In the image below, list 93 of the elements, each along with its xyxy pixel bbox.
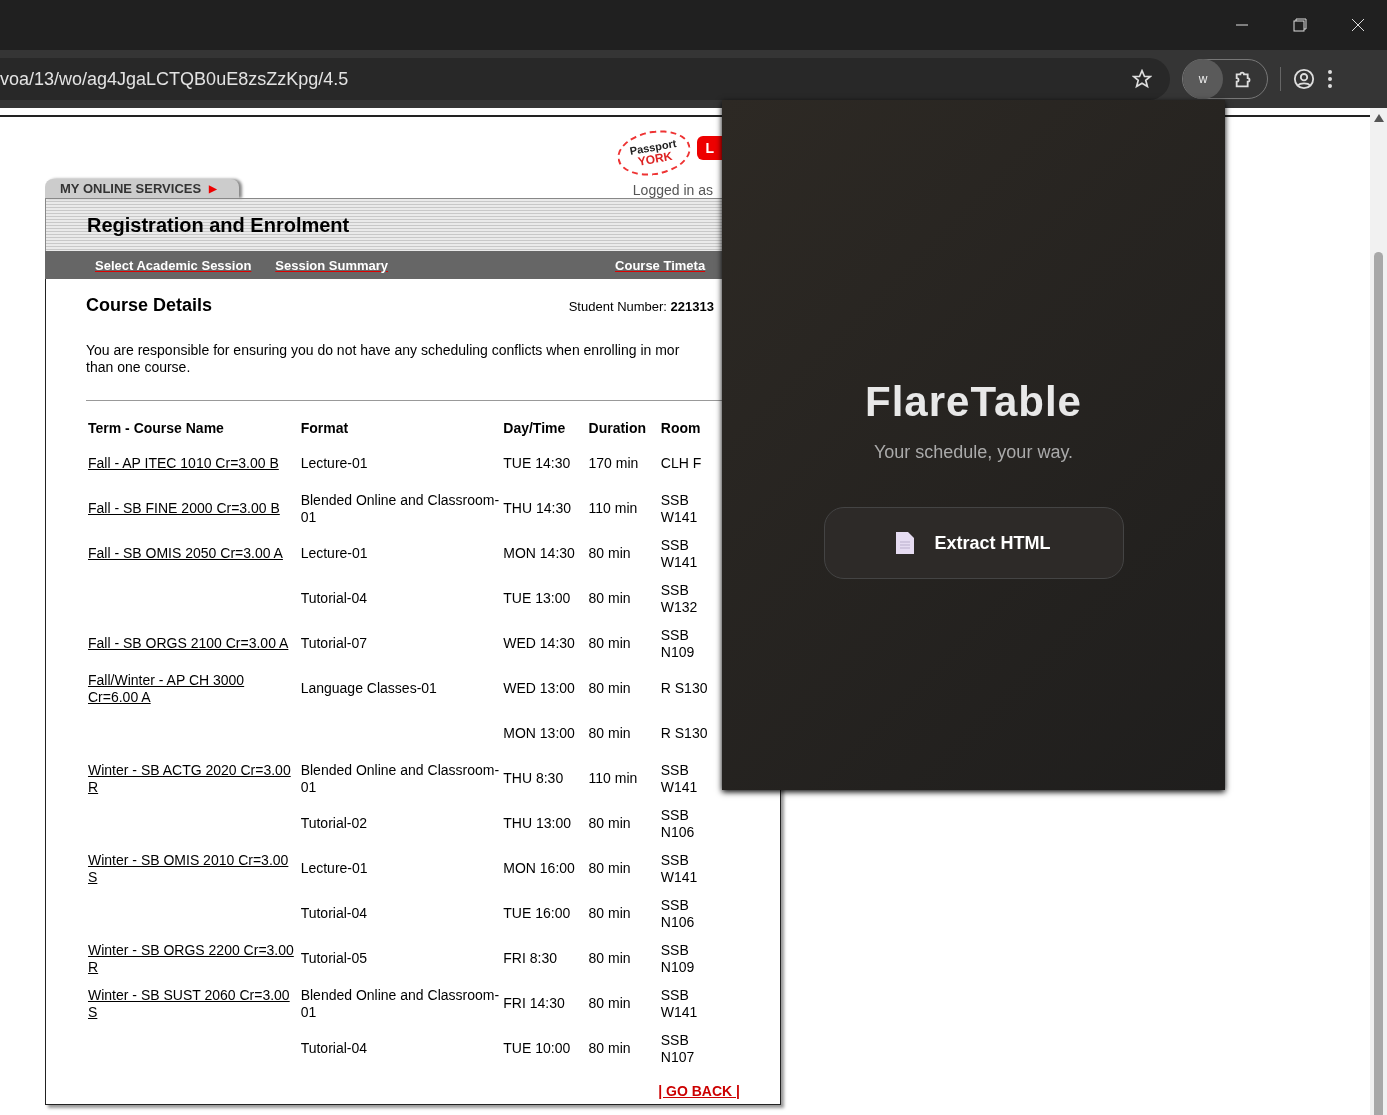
day-time-cell-text: MON 16:00	[503, 860, 576, 877]
day-time-cell-text: TUE 16:00	[503, 905, 572, 922]
day-time-cell-text: THU 13:00	[503, 815, 572, 832]
course-link[interactable]: Fall - SB OMIS 2050 Cr=3.00 A	[88, 545, 297, 562]
nav-link[interactable]: Course Timeta	[615, 257, 706, 273]
duration-cell: 80 min	[588, 905, 631, 921]
room-cell-text: R S130	[660, 725, 709, 742]
day-time-cell-text: TUE 10:00	[503, 1040, 572, 1057]
room-cell-text: R S130	[660, 680, 709, 697]
room-cell-text: SSB N109	[660, 941, 696, 976]
column-header: Day/Time	[502, 419, 567, 438]
room-cell-text: SSB W141	[660, 761, 699, 796]
restore-icon[interactable]	[1293, 18, 1307, 32]
day-time-cell-text: THU 8:30	[503, 770, 565, 787]
day-time-cell-text: FRI 8:30	[503, 950, 558, 967]
star-icon[interactable]	[1132, 69, 1152, 89]
go-back-link[interactable]: | GO BACK |	[658, 1083, 740, 1099]
duration-cell: 80 min	[588, 995, 631, 1011]
close-icon[interactable]	[1351, 18, 1365, 32]
format-cell: Tutorial-05	[300, 950, 368, 966]
online-services-tab[interactable]: MY ONLINE SERVICES ▶	[45, 179, 240, 198]
address-bar[interactable]: voa/13/wo/ag4JgaLCTQB0uE8zsZzKpg/4.5	[0, 58, 1170, 100]
format-cell: Tutorial-04	[300, 905, 368, 921]
day-time-cell-text: TUE 14:30	[503, 455, 572, 472]
scheduling-note: You are responsible for ensuring you do not have any scheduling conflicts when enrolling in mor than one course.	[86, 342, 681, 376]
format-cell: Tutorial-07	[300, 635, 368, 651]
day-time-cell-text: TUE 13:00	[503, 590, 572, 607]
nav-link[interactable]: Session Summary	[275, 257, 389, 273]
page-title: Registration and Enrolment	[87, 213, 350, 237]
format-cell: Language Classes-01	[300, 680, 437, 696]
duration-cell: 80 min	[588, 950, 631, 966]
duration-cell: 170 min	[588, 455, 639, 471]
duration-cell: 80 min	[588, 1040, 631, 1056]
format-cell: Blended Online and Classroom-01	[300, 986, 500, 1020]
room-cell-text: SSB W141	[660, 986, 699, 1021]
format-cell: Tutorial-04	[300, 590, 368, 606]
day-time-cell-text: FRI 14:30	[503, 995, 566, 1012]
room-cell-text: SSB W141	[660, 536, 699, 571]
duration-cell: 80 min	[588, 680, 631, 696]
day-time-cell-text: WED 13:00	[503, 680, 576, 697]
format-cell: Lecture-01	[300, 545, 368, 561]
student-number: Student Number: 221313	[568, 299, 714, 314]
format-cell: Tutorial-02	[300, 815, 368, 831]
duration-cell: 110 min	[588, 770, 638, 786]
course-link[interactable]: Winter - SB ORGS 2200 Cr=3.00 R	[88, 941, 297, 976]
column-header: Term - Course Name	[87, 419, 225, 438]
format-cell: Lecture-01	[300, 860, 368, 876]
day-time-cell-text: MON 14:30	[503, 545, 576, 562]
nav-link[interactable]: Select Academic Session	[95, 257, 252, 273]
section-heading: Course Details	[86, 295, 213, 316]
course-link[interactable]: Winter - SB ACTG 2020 Cr=3.00 R	[88, 761, 297, 796]
room-cell-text: SSB W141	[660, 851, 699, 886]
day-time-cell-text: THU 14:30	[503, 500, 572, 517]
column-header: Room	[659, 419, 702, 438]
course-link[interactable]: Fall - AP ITEC 1010 Cr=3.00 B	[88, 455, 297, 472]
popup-title: FlareTable	[865, 378, 1082, 426]
room-cell-text: SSB N107	[660, 1031, 696, 1066]
course-link[interactable]: Fall - SB FINE 2000 Cr=3.00 B	[88, 500, 297, 517]
extension-button[interactable]: w	[1183, 59, 1223, 99]
course-link[interactable]: Winter - SB OMIS 2010 Cr=3.00 S	[88, 851, 297, 886]
room-cell-text: SSB N106	[660, 896, 696, 931]
day-time-cell-text: WED 14:30	[503, 635, 576, 652]
room-cell-text: SSB W141	[660, 491, 699, 526]
room-cell-text: SSB W132	[660, 581, 699, 616]
duration-cell: 110 min	[588, 500, 638, 516]
format-cell: Lecture-01	[300, 455, 368, 471]
duration-cell: 80 min	[588, 590, 631, 606]
course-link[interactable]: Winter - SB SUST 2060 Cr=3.00 S	[88, 986, 297, 1021]
document-icon	[896, 532, 915, 554]
logged-in-text: Logged in as	[632, 182, 713, 198]
day-time-cell-text: MON 13:00	[503, 725, 576, 742]
duration-cell: 80 min	[588, 815, 631, 831]
duration-cell: 80 min	[588, 725, 631, 741]
column-header: Format	[299, 419, 350, 438]
scroll-up-icon[interactable]	[1373, 114, 1384, 122]
duration-cell: 80 min	[588, 860, 631, 876]
duration-cell: 80 min	[588, 545, 631, 561]
menu-icon[interactable]	[1327, 69, 1333, 89]
popup-tagline: Your schedule, your way.	[873, 442, 1074, 463]
profile-icon[interactable]	[1293, 68, 1315, 90]
column-header: Duration	[587, 419, 648, 438]
course-link[interactable]: Fall - SB ORGS 2100 Cr=3.00 A	[88, 635, 297, 652]
format-cell: Tutorial-04	[300, 1040, 368, 1056]
format-cell: Blended Online and Classroom-01	[300, 491, 500, 525]
extract-html-button[interactable]: Extract HTML	[823, 507, 1124, 579]
room-cell-text: CLH F	[660, 455, 703, 472]
login-button[interactable]: L	[697, 136, 722, 160]
room-cell-text: SSB N106	[660, 806, 696, 841]
course-link[interactable]: Fall/Winter - AP CH 3000 Cr=6.00 A	[88, 671, 297, 706]
format-cell: Blended Online and Classroom-01	[300, 761, 500, 795]
duration-cell: 80 min	[588, 635, 631, 651]
room-cell-text: SSB N109	[660, 626, 696, 661]
scrollbar[interactable]	[1370, 108, 1387, 1115]
